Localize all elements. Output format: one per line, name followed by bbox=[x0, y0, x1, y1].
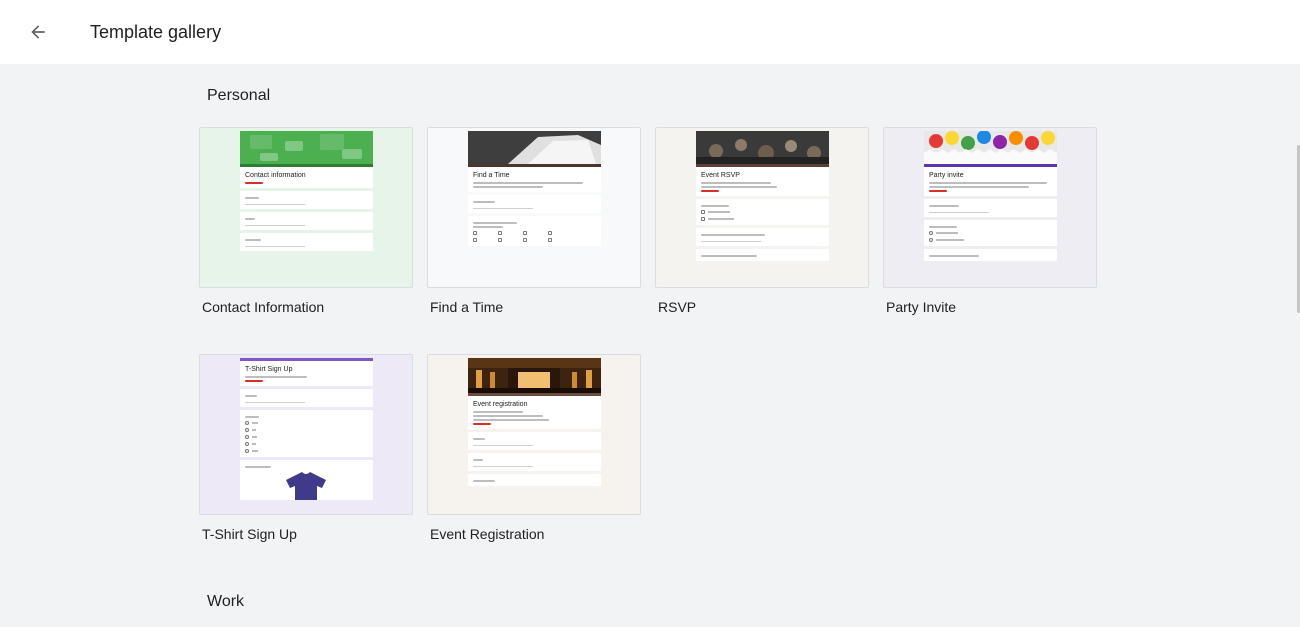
header-image bbox=[924, 131, 1057, 164]
form-preview: Event registration bbox=[468, 358, 601, 514]
preview-title: Contact information bbox=[245, 172, 306, 179]
template-label: Contact Information bbox=[202, 299, 325, 315]
form-preview: T-Shirt Sign Up bbox=[240, 358, 373, 514]
form-preview: Contact information bbox=[240, 131, 373, 287]
preview-title: Event registration bbox=[473, 401, 528, 408]
template-card-rsvp[interactable]: Event RSVP RSVP bbox=[655, 127, 869, 315]
section-title-personal: Personal bbox=[207, 87, 271, 104]
template-thumbnail: Event registration bbox=[427, 354, 641, 515]
template-thumbnail: Event RSVP bbox=[655, 127, 869, 288]
template-card-contact-information[interactable]: Contact information Contact Information bbox=[199, 127, 413, 315]
header-image bbox=[468, 358, 601, 393]
template-card-party-invite[interactable]: Party invite Party Invite bbox=[883, 127, 1097, 315]
form-preview: Find a Time bbox=[468, 131, 601, 287]
form-preview: Event RSVP bbox=[696, 131, 829, 287]
form-preview: Party invite bbox=[924, 131, 1057, 287]
template-label: T-Shirt Sign Up bbox=[202, 526, 297, 542]
template-thumbnail: Contact information bbox=[199, 127, 413, 288]
preview-title: Event RSVP bbox=[701, 172, 740, 179]
template-thumbnail: Find a Time bbox=[427, 127, 641, 288]
preview-title: T-Shirt Sign Up bbox=[245, 366, 293, 373]
header-image bbox=[696, 131, 829, 164]
section-title-work: Work bbox=[207, 593, 245, 610]
top-bar: Template gallery bbox=[0, 0, 1300, 64]
arrow-left-icon bbox=[31, 25, 45, 39]
template-card-find-a-time[interactable]: Find a Time Find a Time bbox=[427, 127, 641, 315]
template-label: Party Invite bbox=[886, 299, 957, 315]
t-shirt-icon bbox=[286, 472, 326, 500]
template-thumbnail: Party invite bbox=[883, 127, 1097, 288]
preview-title: Party invite bbox=[929, 172, 964, 179]
page-title: Template gallery bbox=[90, 22, 222, 42]
preview-title: Find a Time bbox=[473, 172, 510, 179]
template-card-event-registration[interactable]: Event registration Event Registration bbox=[427, 354, 641, 542]
header-image bbox=[240, 131, 373, 164]
template-label: RSVP bbox=[658, 299, 697, 315]
template-label: Find a Time bbox=[430, 299, 504, 315]
template-card-t-shirt-sign-up[interactable]: T-Shirt Sign Up T-Shirt Sign Up bbox=[199, 354, 413, 542]
header-image bbox=[468, 131, 601, 164]
template-thumbnail: T-Shirt Sign Up bbox=[199, 354, 413, 515]
template-label: Event Registration bbox=[430, 526, 545, 542]
back-button[interactable] bbox=[22, 16, 54, 48]
